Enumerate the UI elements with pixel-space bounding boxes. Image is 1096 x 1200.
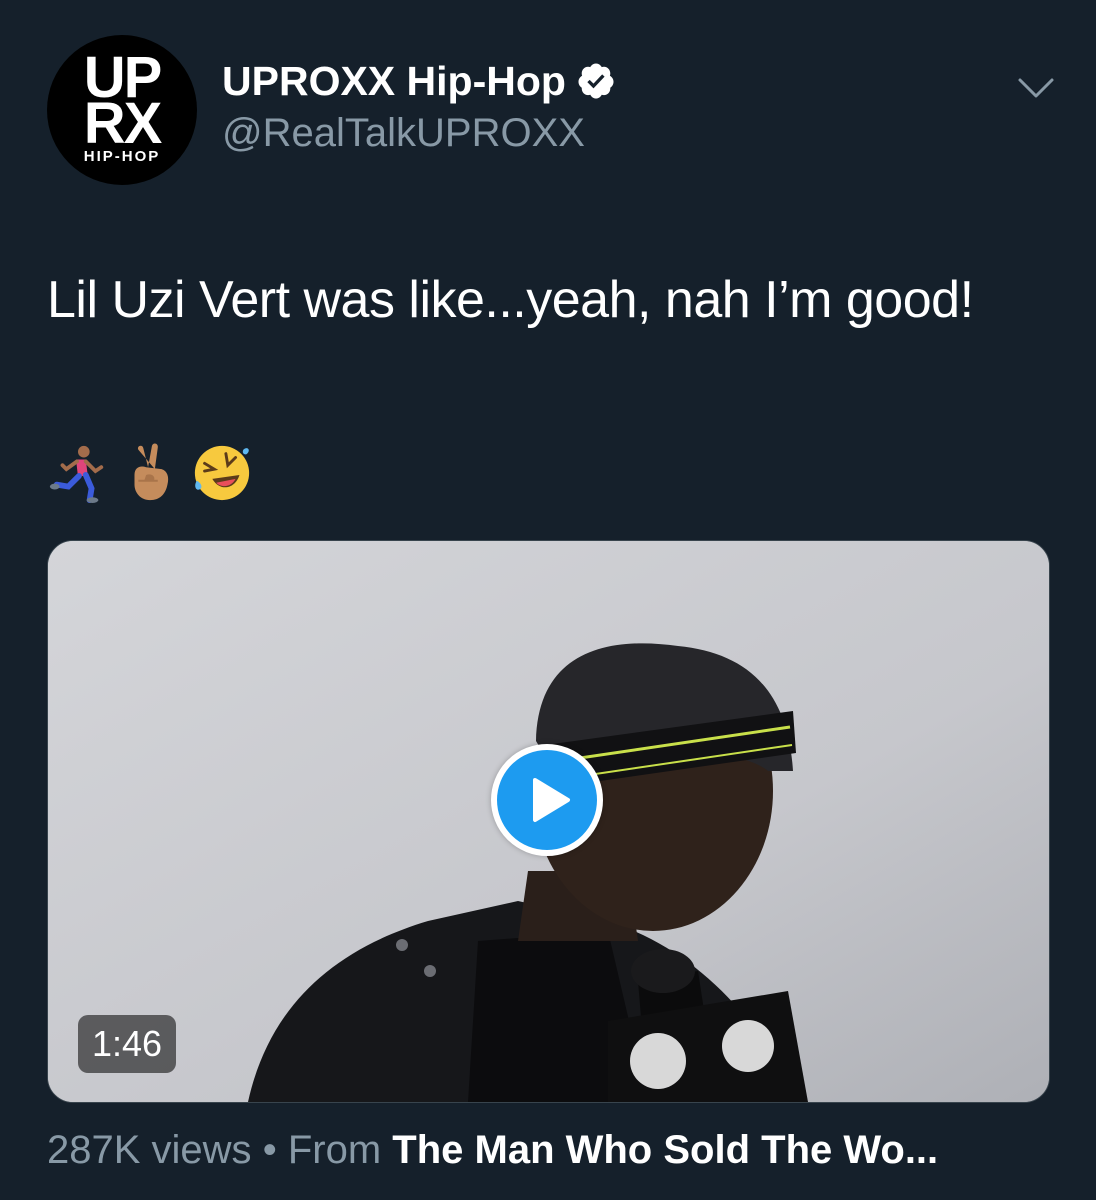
handle[interactable]: @RealTalkUPROXX [222, 111, 616, 156]
account-names: UPROXX Hip-Hop @RealTalkUPROXX [222, 55, 616, 156]
display-name[interactable]: UPROXX Hip-Hop [222, 58, 566, 105]
avatar-logo-subtitle: HIP-HOP [83, 148, 161, 165]
avatar-logo-line2: RX [83, 91, 163, 156]
play-icon [533, 778, 570, 822]
emoji-row [47, 438, 253, 508]
display-name-row: UPROXX Hip-Hop [222, 55, 616, 107]
avatar[interactable]: UP RX HIP-HOP [47, 35, 197, 185]
meta-separator: • [262, 1128, 277, 1172]
source-title-link[interactable]: The Man Who Sold The Wo... [392, 1128, 938, 1172]
video-duration: 1:46 [78, 1015, 177, 1073]
video-player[interactable]: 1:46 [47, 540, 1050, 1103]
video-meta: 287K views • From The Man Who Sold The W… [47, 1128, 938, 1173]
tweet: UP RX HIP-HOP UPROXX Hip-Hop @RealTalkUP… [0, 0, 1096, 1200]
verified-badge-icon [578, 63, 614, 99]
person-running-emoji [49, 445, 104, 504]
victory-hand-emoji [134, 443, 169, 501]
play-button[interactable] [491, 744, 603, 856]
from-label: From [287, 1128, 382, 1172]
chevron-down-icon[interactable] [1016, 75, 1056, 101]
rolling-on-floor-laughing-emoji [194, 445, 250, 501]
tweet-text: Lil Uzi Vert was like...yeah, nah I’m go… [47, 271, 974, 329]
view-count: 287K views [47, 1128, 252, 1172]
